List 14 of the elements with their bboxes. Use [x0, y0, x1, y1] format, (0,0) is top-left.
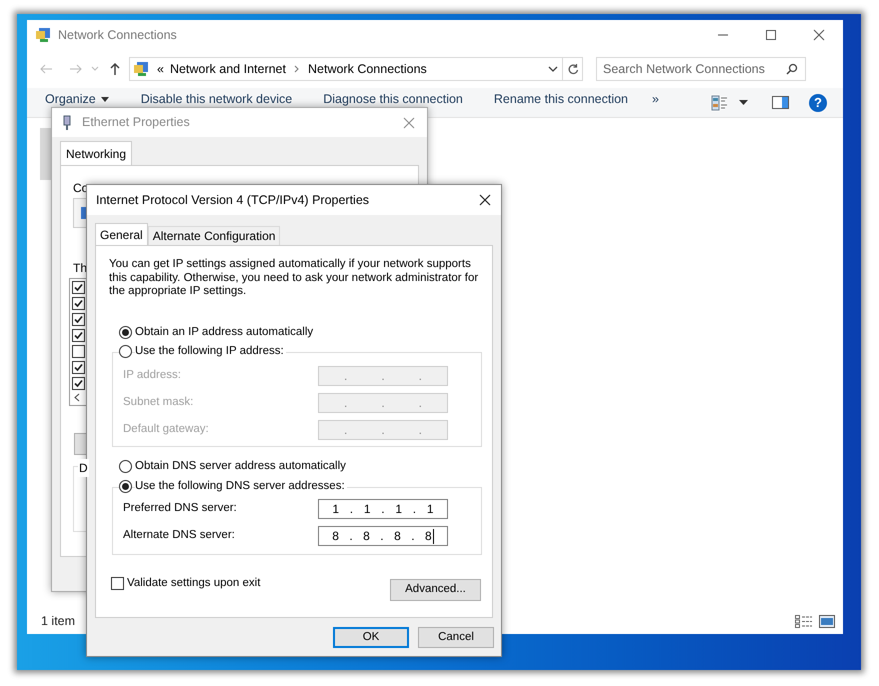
ip-address-field: . . . — [318, 420, 448, 440]
status-text: 1 item — [41, 612, 76, 630]
ip-address-field: . . . — [318, 366, 448, 386]
window-title: Network Connections — [58, 26, 177, 44]
field-label: Preferred DNS server: — [123, 501, 238, 516]
dialog-title: Internet Protocol Version 4 (TCP/IPv4) Properties — [96, 192, 370, 209]
field-label: Default gateway: — [123, 422, 210, 438]
description-text: You can get IP settings assigned automatically if your network supports this capability. Otherwise, you need to ask your network administrator for the appropriate IP settings. — [109, 258, 480, 298]
field-label: IP address: — [123, 368, 182, 384]
field-label: Subnet mask: — [123, 395, 194, 410]
ip-address-field: . . . — [318, 393, 448, 413]
dialog-title: Ethernet Properties — [82, 114, 190, 132]
field-label: Alternate DNS server: — [123, 528, 236, 544]
label-text: D — [78, 459, 89, 477]
